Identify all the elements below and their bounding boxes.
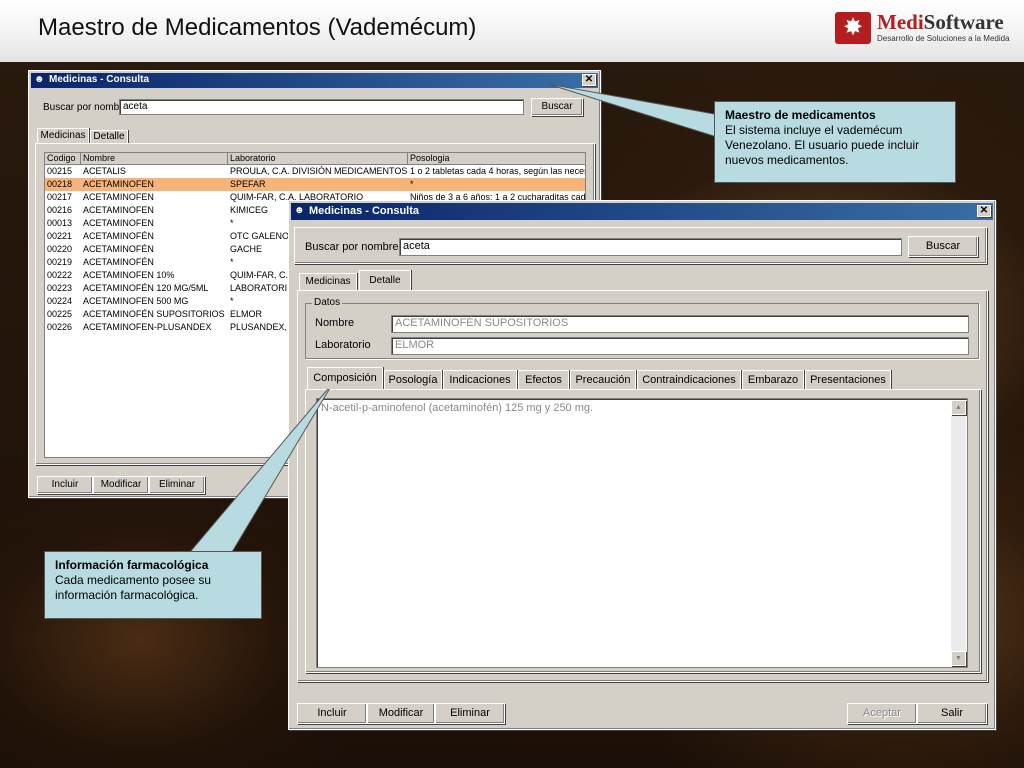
callout-maestro-title: Maestro de medicamentos bbox=[725, 108, 876, 122]
tab-medicinas[interactable]: Medicinas bbox=[37, 128, 89, 143]
callout-maestro-text: El sistema incluye el vademécum Venezola… bbox=[725, 123, 920, 167]
callout-informacion-text: Cada medicamento posee su información fa… bbox=[55, 573, 212, 602]
top-callout-pointer bbox=[547, 83, 721, 139]
callout-informacion-title: Información farmacológica bbox=[55, 558, 209, 572]
bottom-callout-pointer bbox=[188, 382, 334, 553]
subtab-composicion[interactable]: Composición bbox=[307, 367, 383, 389]
tab-detalle[interactable]: Detalle bbox=[359, 270, 411, 290]
callout-maestro: Maestro de medicamentos El sistema inclu… bbox=[714, 101, 956, 183]
callout-informacion: Información farmacológica Cada medicamen… bbox=[44, 551, 262, 619]
